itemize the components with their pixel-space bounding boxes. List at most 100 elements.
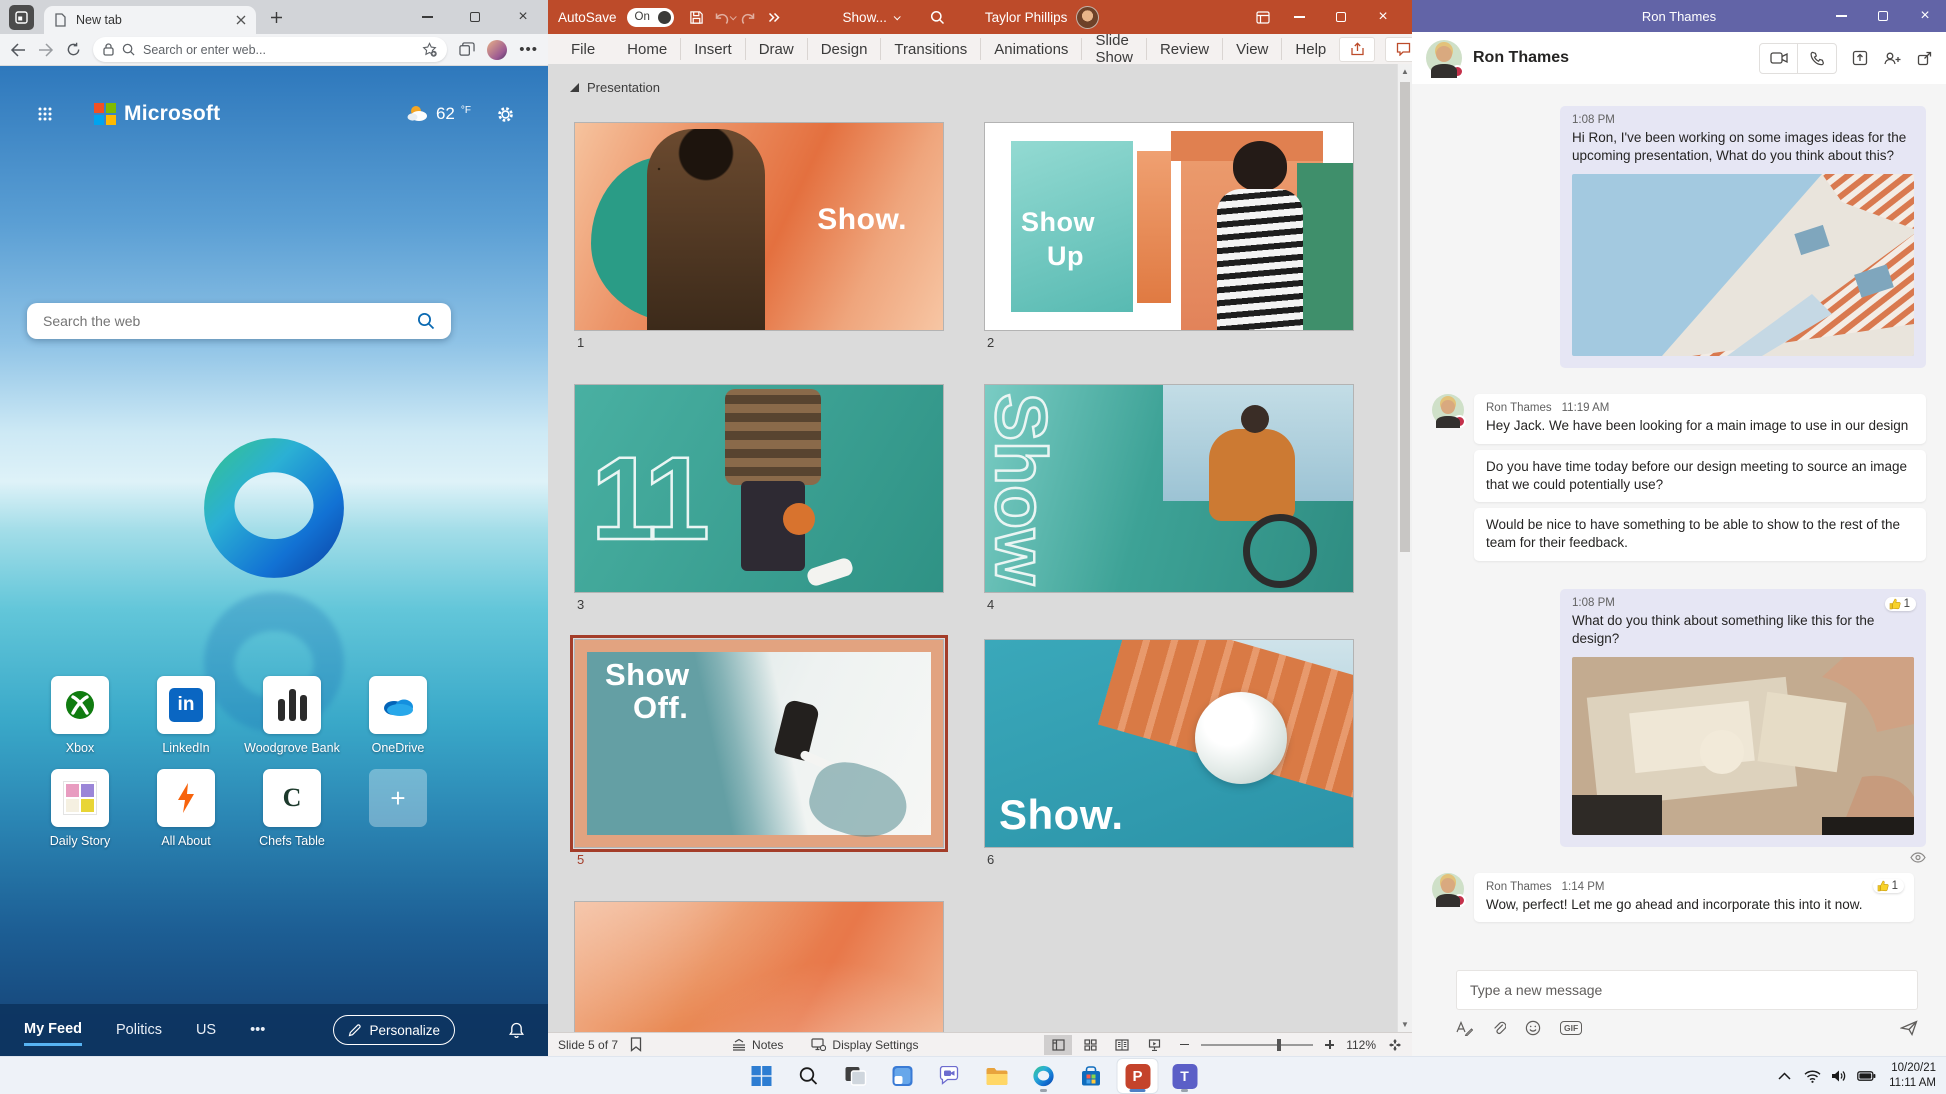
edge-close-button[interactable]: ×: [504, 4, 542, 30]
feed-tab-politics[interactable]: Politics: [116, 1016, 162, 1044]
ppt-close-button[interactable]: ×: [1364, 4, 1402, 30]
edge-minimize-button[interactable]: [408, 4, 446, 30]
zoom-level[interactable]: 112%: [1346, 1038, 1376, 1052]
quick-link-linkedin[interactable]: in LinkedIn: [133, 676, 239, 755]
send-icon[interactable]: [1900, 1020, 1918, 1036]
tray-chevron-icon[interactable]: [1778, 1072, 1791, 1080]
fit-slide-icon[interactable]: [1388, 1038, 1402, 1052]
normal-view-button[interactable]: [1044, 1035, 1072, 1055]
tab-design[interactable]: Design: [808, 38, 882, 60]
redo-icon[interactable]: [735, 4, 761, 30]
document-title[interactable]: Show...: [843, 10, 899, 25]
contact-avatar[interactable]: [1426, 40, 1462, 76]
slide-thumbnail-7[interactable]: [575, 902, 943, 1032]
forward-icon[interactable]: [38, 43, 54, 57]
sorter-scrollbar[interactable]: ▲ ▼: [1397, 64, 1412, 1032]
tab-home[interactable]: Home: [614, 38, 681, 60]
ppt-maximize-button[interactable]: [1322, 4, 1360, 30]
zoom-in-icon[interactable]: [1325, 1040, 1334, 1049]
account-user[interactable]: Taylor Phillips: [985, 6, 1100, 29]
tab-animations[interactable]: Animations: [981, 38, 1082, 60]
zoom-slider[interactable]: [1201, 1044, 1313, 1046]
teams-minimize-button[interactable]: [1820, 0, 1862, 32]
browser-tab[interactable]: New tab: [44, 6, 256, 34]
taskbar-search-button[interactable]: [789, 1059, 829, 1093]
favorite-star-icon[interactable]: [422, 42, 437, 57]
feed-tab-my-feed[interactable]: My Feed: [24, 1015, 82, 1046]
audio-call-icon[interactable]: [1798, 44, 1836, 73]
more-commands-icon[interactable]: [761, 4, 787, 30]
web-search-box[interactable]: Search the web: [27, 303, 451, 339]
slide-thumbnail-3[interactable]: 11: [575, 385, 943, 592]
architecture-model-image[interactable]: [1572, 657, 1914, 835]
clock[interactable]: 10/20/21 11:11 AM: [1889, 1061, 1936, 1091]
slide-thumbnail-6[interactable]: Show.: [985, 640, 1353, 847]
chat-button[interactable]: [930, 1059, 970, 1093]
teams-close-button[interactable]: ×: [1904, 0, 1946, 32]
slide-thumbnail-2[interactable]: Show Up: [985, 123, 1353, 330]
widgets-button[interactable]: [883, 1059, 923, 1093]
start-button[interactable]: [742, 1059, 782, 1093]
slide-sorter-view-button[interactable]: [1076, 1035, 1104, 1055]
quick-link-daily-story[interactable]: Daily Story: [27, 769, 133, 848]
tab-file[interactable]: File: [558, 38, 608, 60]
share-button[interactable]: [1339, 37, 1375, 62]
notifications-bell-icon[interactable]: [509, 1022, 524, 1039]
search-submit-icon[interactable]: [417, 312, 435, 330]
quick-link-onedrive[interactable]: OneDrive: [345, 676, 451, 755]
quick-link-all-about[interactable]: All About: [133, 769, 239, 848]
weather-widget[interactable]: 62 °F: [406, 104, 471, 124]
notes-button[interactable]: Notes: [732, 1038, 783, 1052]
browser-menu-icon[interactable]: •••: [519, 41, 538, 58]
apps-grid-icon[interactable]: [38, 107, 52, 121]
slide-thumbnail-5-selected[interactable]: ShowOff.: [575, 640, 943, 847]
thumbs-up-reaction[interactable]: 1: [1885, 597, 1916, 611]
display-settings-button[interactable]: Display Settings: [811, 1038, 918, 1052]
ppt-minimize-button[interactable]: [1280, 4, 1318, 30]
scrollbar-thumb[interactable]: [1400, 82, 1410, 552]
tab-transitions[interactable]: Transitions: [881, 38, 981, 60]
format-icon[interactable]: [1456, 1021, 1473, 1036]
collections-icon[interactable]: [459, 42, 475, 57]
add-people-icon[interactable]: [1883, 51, 1902, 66]
emoji-icon[interactable]: [1525, 1020, 1541, 1036]
slide-show-button[interactable]: [1140, 1035, 1168, 1055]
page-settings-gear-icon[interactable]: [497, 106, 514, 123]
taskbar-powerpoint-button[interactable]: P: [1118, 1059, 1158, 1093]
autosave-toggle[interactable]: On: [627, 8, 674, 27]
ppt-search-icon[interactable]: [925, 4, 951, 30]
gif-icon[interactable]: GIF: [1560, 1021, 1582, 1035]
system-tray-cluster[interactable]: [1804, 1069, 1876, 1083]
feed-tab-more[interactable]: •••: [250, 1016, 265, 1044]
tab-review[interactable]: Review: [1147, 38, 1223, 60]
zoom-slider-thumb[interactable]: [1277, 1039, 1281, 1051]
slide-thumbnail-1[interactable]: Show.: [575, 123, 943, 330]
section-header[interactable]: Presentation: [570, 80, 660, 95]
attach-icon[interactable]: [1492, 1020, 1506, 1036]
tab-draw[interactable]: Draw: [746, 38, 808, 60]
tab-help[interactable]: Help: [1282, 38, 1339, 60]
back-icon[interactable]: [10, 43, 26, 57]
scroll-down-icon[interactable]: ▼: [1398, 1020, 1412, 1029]
tab-view[interactable]: View: [1223, 38, 1282, 60]
tab-slide-show[interactable]: Slide Show: [1082, 38, 1147, 60]
microsoft-logo[interactable]: Microsoft: [94, 102, 220, 126]
building-facade-image[interactable]: [1572, 174, 1914, 356]
file-explorer-button[interactable]: [977, 1059, 1017, 1093]
edge-maximize-button[interactable]: [456, 4, 494, 30]
tab-actions-menu-icon[interactable]: [9, 5, 34, 30]
quick-link-chefs-table[interactable]: C Chefs Table: [239, 769, 345, 848]
video-call-icon[interactable]: [1760, 44, 1798, 73]
tab-insert[interactable]: Insert: [681, 38, 746, 60]
refresh-icon[interactable]: [66, 42, 81, 57]
accessibility-flag-icon[interactable]: [630, 1037, 642, 1052]
feed-tab-us[interactable]: US: [196, 1016, 216, 1044]
zoom-out-icon[interactable]: [1180, 1044, 1189, 1046]
thumbs-up-reaction[interactable]: 1: [1873, 879, 1904, 893]
personalize-button[interactable]: Personalize: [333, 1015, 455, 1045]
taskbar-edge-button[interactable]: [1024, 1059, 1064, 1093]
quick-link-woodgrove-bank[interactable]: Woodgrove Bank: [239, 676, 345, 755]
microsoft-store-button[interactable]: [1071, 1059, 1111, 1093]
scroll-up-icon[interactable]: ▲: [1398, 67, 1412, 76]
save-icon[interactable]: [684, 4, 710, 30]
